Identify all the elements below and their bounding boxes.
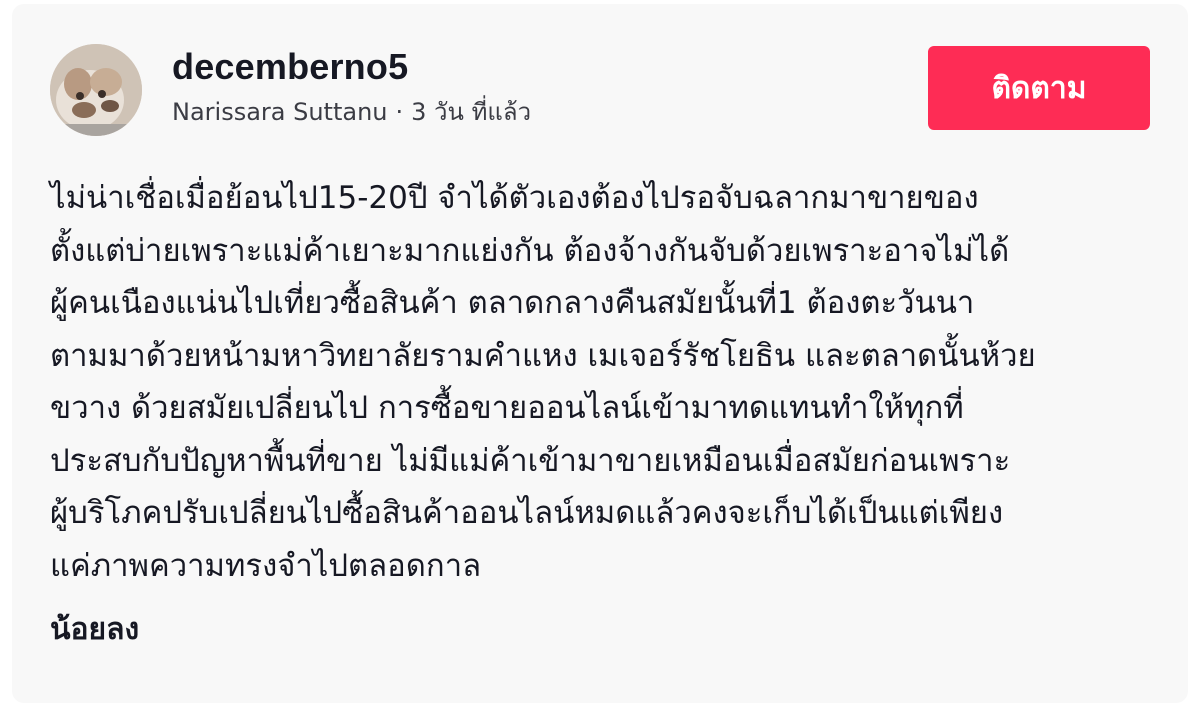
display-name: Narissara Suttanu [172,98,388,126]
comment-body: ไม่น่าเชื่อเมื่อย้อนไป15-20ปี จำได้ตัวเอ… [50,172,1160,592]
comment-line: ไม่น่าเชื่อเมื่อย้อนไป15-20ปี จำได้ตัวเอ… [50,180,979,216]
comment-line: ตั้งแต่บ่ายเพราะแม่ค้าเยาะมากแย่งกัน ต้อ… [50,232,1010,269]
avatar[interactable] [50,44,142,136]
comment-line: ผู้บริโภคปรับเปลี่ยนไปซื้อสินค้าออนไลน์ห… [50,495,1004,531]
comment-meta: Narissara Suttanu · 3 วัน ที่แล้ว [172,96,531,128]
comment-line: ประสบกับปัญหาพื้นที่ขาย ไม่มีแม่ค้าเข้าม… [50,442,1011,479]
timestamp: 3 วัน ที่แล้ว [411,98,532,126]
comment-card: decemberno5 Narissara Suttanu · 3 วัน ที่แ… [12,4,1188,703]
meta-separator: · [395,98,404,126]
comment-line: แค่ภาพความทรงจำไปตลอดกาล [50,547,482,584]
comment-header: decemberno5 Narissara Suttanu · 3 วัน ที่แ… [50,42,1150,142]
comment-line: ขวาง ด้วยสมัยเปลี่ยนไป การซื้อขายออนไลน์… [50,390,964,426]
comment-line: ผู้คนเนืองแน่นไปเที่ยวซื้อสินค้า ตลาดกลา… [50,285,975,321]
username[interactable]: decemberno5 [172,44,531,90]
cat-photo-avatar-icon [50,44,142,136]
comment-line: ตามมาด้วยหน้ามหาวิทยาลัยรามคำแหง เมเจอร์… [50,337,1036,374]
user-info: decemberno5 Narissara Suttanu · 3 วัน ที่แ… [172,44,531,128]
follow-button[interactable]: ติดตาม [928,46,1150,130]
see-less-link[interactable]: น้อยลง [50,610,139,650]
